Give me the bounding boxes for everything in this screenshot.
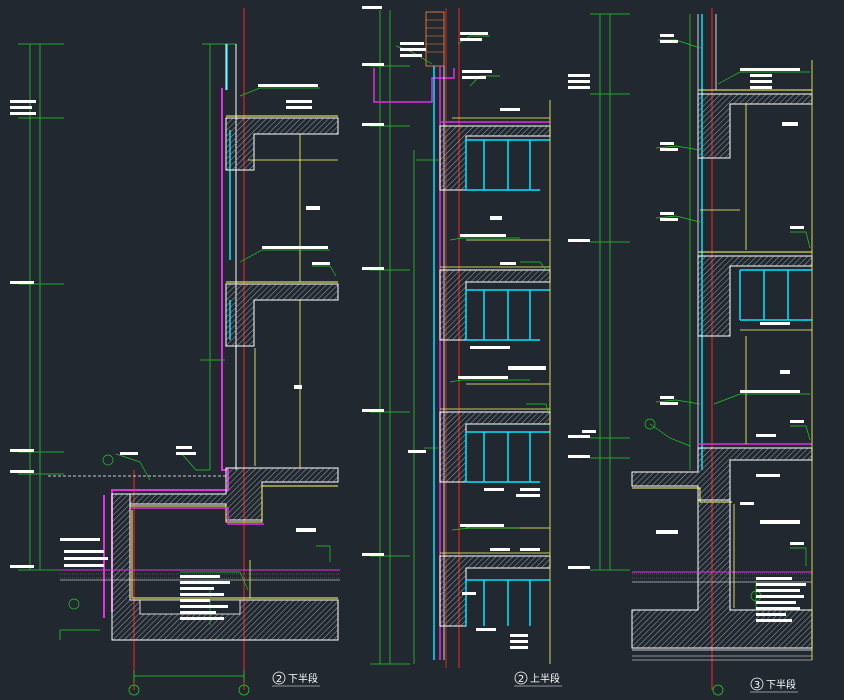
floor-slab xyxy=(439,269,551,341)
floor-slab xyxy=(439,555,551,627)
dimension-chain xyxy=(590,13,691,571)
annotation-text xyxy=(582,34,806,622)
annotation-text xyxy=(60,84,330,620)
wall-outline xyxy=(225,44,237,470)
section-title-text: 下半段 xyxy=(766,678,796,691)
section-title: 2 下半段 xyxy=(272,671,320,687)
section-title-text: 上半段 xyxy=(530,672,560,685)
section-drawing-canvas: 2 下半段 2 上半段 3 下半段 xyxy=(10,6,813,696)
section-title: 2 上半段 xyxy=(514,671,562,687)
floor-slab xyxy=(225,117,339,171)
bottom-dimension xyxy=(712,684,724,696)
panel-section-2-upper: 2 上半段 xyxy=(362,6,562,687)
window-frames xyxy=(739,269,812,321)
section-number: 2 xyxy=(276,674,282,685)
annotation-leaders xyxy=(68,87,337,625)
floor-slab xyxy=(697,255,813,337)
section-title: 3 下半段 xyxy=(750,677,798,693)
annotation-leaders xyxy=(395,35,549,531)
dimension-chain xyxy=(18,43,236,571)
section-number: 3 xyxy=(754,680,760,691)
level-marks xyxy=(362,6,426,556)
panel-section-3-lower: 3 下半段 xyxy=(568,8,813,696)
level-marks xyxy=(10,100,36,568)
section-title-text: 下半段 xyxy=(288,672,318,685)
ground-slab xyxy=(129,467,339,521)
dimension-chain xyxy=(370,10,415,665)
basement-wall xyxy=(111,493,339,641)
section-number: 2 xyxy=(518,674,524,685)
panel-section-2-lower: 2 下半段 xyxy=(10,8,340,696)
interior-lines xyxy=(248,134,338,598)
floor-slab xyxy=(439,411,551,483)
ground-slab xyxy=(631,447,813,501)
floor-slab xyxy=(225,283,339,347)
roof-slab xyxy=(439,125,551,191)
